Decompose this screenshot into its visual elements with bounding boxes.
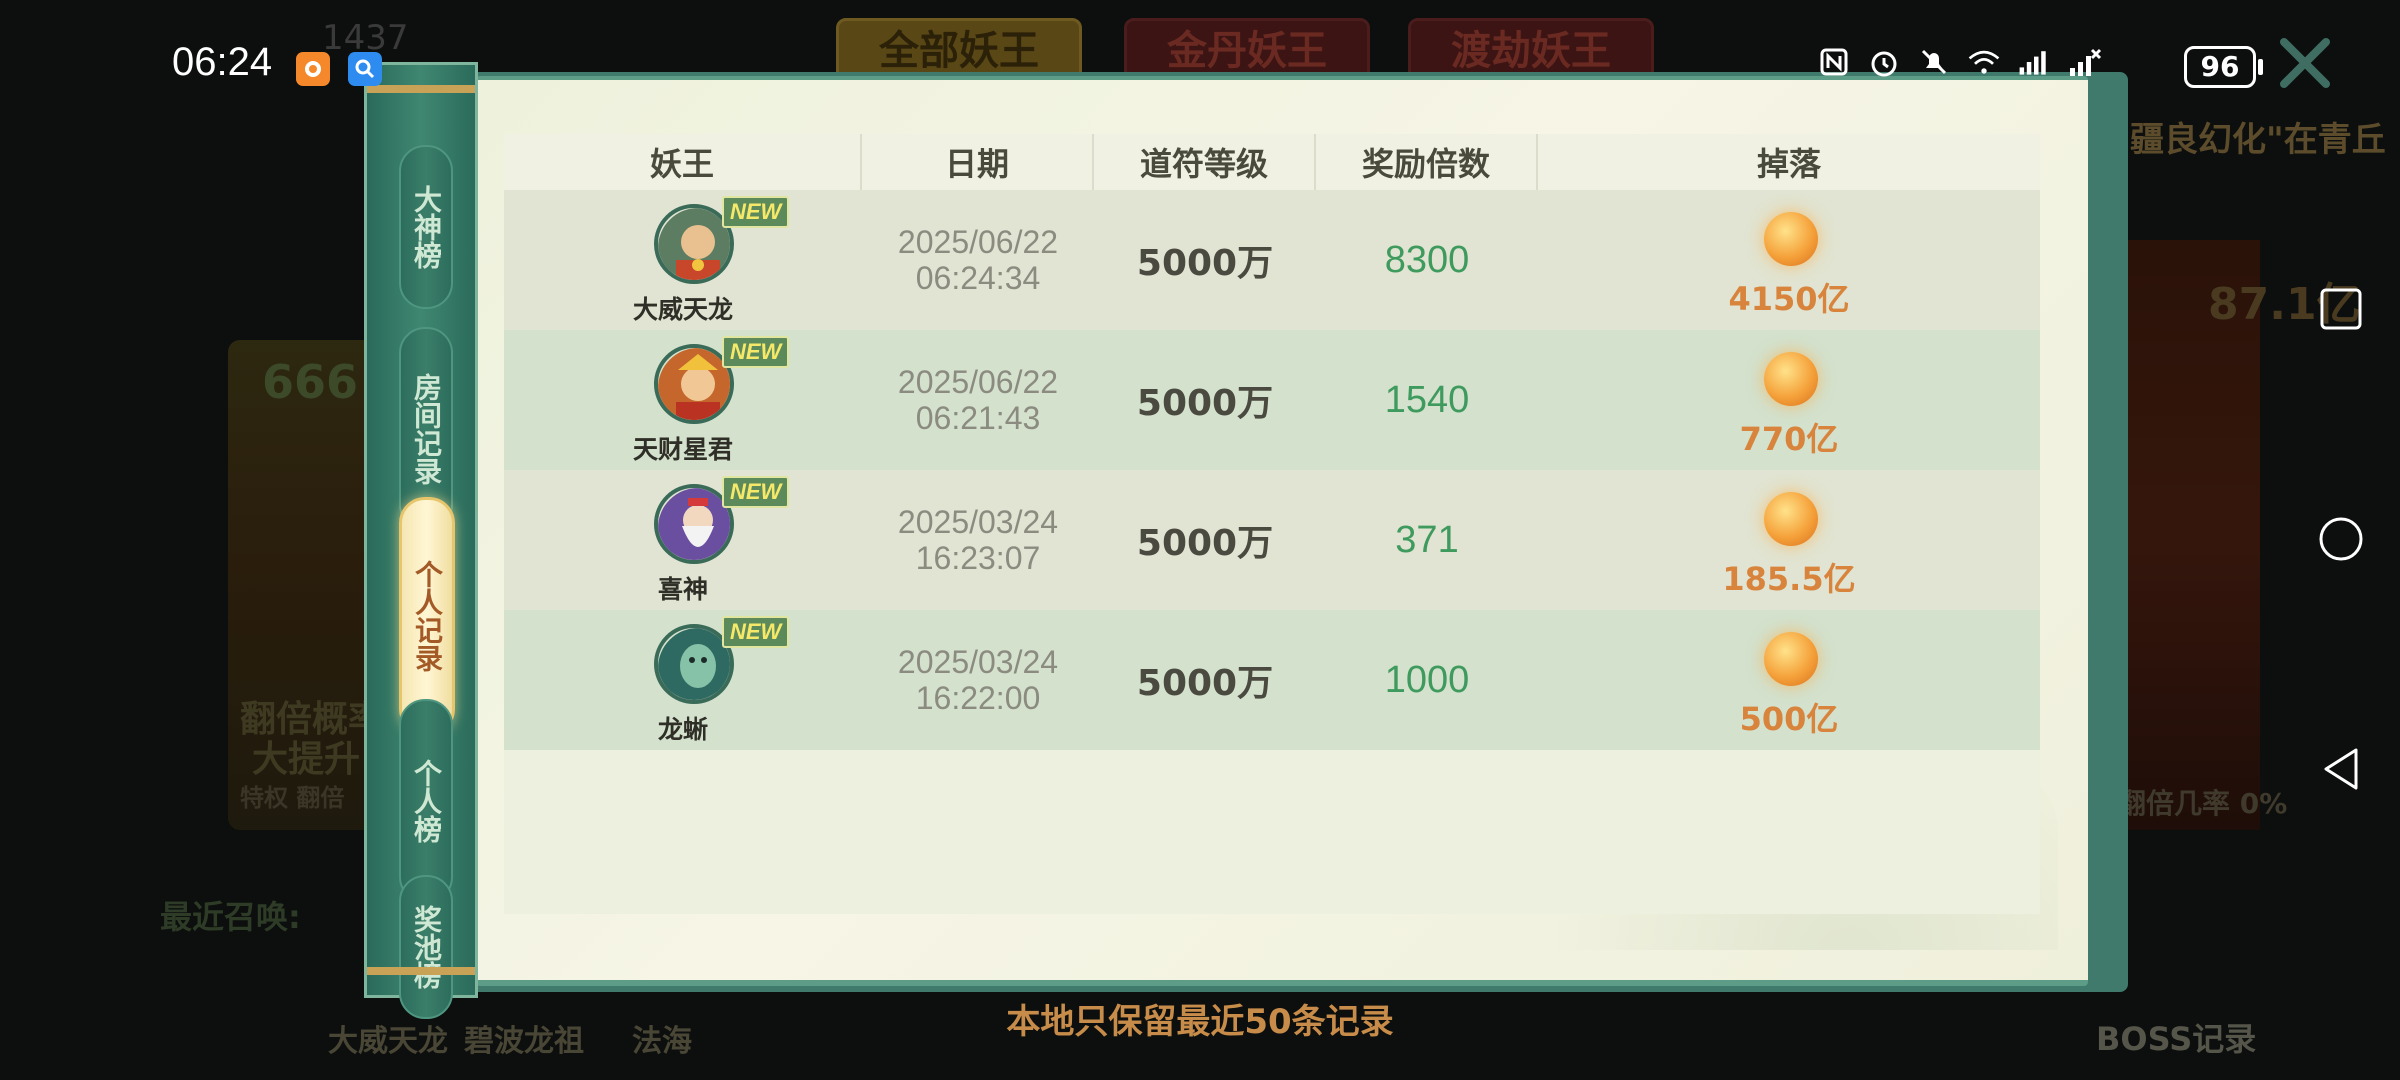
- mute-icon: [1916, 44, 1952, 80]
- drop-cell: 770亿: [1538, 330, 2040, 470]
- table-row: NEW 喜神 2025/03/24 16:23:07 5000万 371 185.…: [504, 470, 2040, 610]
- signal-icon-secondary: [2066, 44, 2102, 80]
- side-tab-bar: 大神榜 房间记录 个人记录 个人榜 奖池榜: [364, 62, 478, 1019]
- reward-multiplier: 371: [1395, 518, 1459, 561]
- level-cell: 5000万: [1094, 190, 1316, 330]
- header-demon-king: 妖王: [504, 134, 862, 190]
- new-badge: NEW: [722, 476, 790, 508]
- multiplier-cell: 8300: [1316, 190, 1538, 330]
- drop-cell: 500亿: [1538, 610, 2040, 750]
- record-time: 06:24:34: [915, 260, 1041, 296]
- record-date: 2025/06/22: [897, 364, 1059, 400]
- bg-multiplier-text: 翻倍几率 0%: [2118, 787, 2288, 820]
- header-talisman-level: 道符等级: [1094, 134, 1316, 190]
- circle-icon: [2319, 517, 2363, 561]
- table-row: NEW 大威天龙 2025/06/22 06:24:34 5000万 8300 4…: [504, 190, 2040, 330]
- recent-apps-button[interactable]: [2318, 286, 2364, 332]
- talisman-level: 5000万: [1136, 663, 1274, 704]
- battery-indicator: 96: [2184, 46, 2263, 88]
- hero-cell: NEW 天财星君: [504, 330, 862, 470]
- new-badge: NEW: [722, 616, 790, 648]
- wifi-icon: [1966, 44, 2002, 80]
- triangle-back-icon: [2324, 748, 2358, 790]
- nfc-icon: [1816, 44, 1852, 80]
- bg-promo-text: 疆良幻化"在青丘: [2130, 120, 2386, 160]
- gold-coin-icon: [1764, 352, 1818, 406]
- multiplier-cell: 1540: [1316, 330, 1538, 470]
- record-date: 2025/03/24: [897, 644, 1059, 680]
- date-cell: 2025/03/24 16:23:07: [862, 470, 1094, 610]
- status-icons: [1816, 44, 2102, 80]
- talisman-level: 5000万: [1136, 523, 1274, 564]
- multiplier-cell: 1000: [1316, 610, 1538, 750]
- new-badge: NEW: [722, 196, 790, 228]
- reward-multiplier: 1540: [1384, 378, 1470, 421]
- drop-amount: 500亿: [1739, 700, 1839, 738]
- table-header: 妖王 日期 道符等级 奖励倍数 掉落: [504, 134, 2040, 190]
- square-icon: [2320, 288, 2362, 330]
- close-button[interactable]: [2270, 28, 2340, 98]
- record-date: 2025/06/22: [897, 224, 1059, 260]
- records-retention-note: 本地只保留最近50条记录: [1006, 1002, 1394, 1042]
- hero-name: 大威天龙: [632, 295, 733, 324]
- hero-name: 喜神: [657, 575, 708, 604]
- gold-coin-icon: [1764, 212, 1818, 266]
- drop-amount: 4150亿: [1728, 280, 1850, 318]
- tab-god-ranking[interactable]: 大神榜: [399, 145, 453, 309]
- bg-recent-summon-label: 最近召唤:: [160, 898, 301, 936]
- status-time: 06:24: [172, 40, 273, 84]
- gold-coin-icon: [1764, 492, 1818, 546]
- date-cell: 2025/06/22 06:24:34: [862, 190, 1094, 330]
- reward-multiplier: 1000: [1384, 658, 1470, 701]
- home-button[interactable]: [2318, 516, 2364, 562]
- drop-cell: 4150亿: [1538, 190, 2040, 330]
- new-badge: NEW: [722, 336, 790, 368]
- records-table: 妖王 日期 道符等级 奖励倍数 掉落 NEW 大威天龙 2025/06/22 06…: [504, 134, 2040, 914]
- record-time: 06:21:43: [915, 400, 1041, 436]
- talisman-level: 5000万: [1136, 383, 1274, 424]
- level-cell: 5000万: [1094, 470, 1316, 610]
- table-row: NEW 龙蜥 2025/03/24 16:22:00 5000万 1000 500…: [504, 610, 2040, 750]
- header-date: 日期: [862, 134, 1094, 190]
- reward-multiplier: 8300: [1384, 238, 1470, 281]
- record-date: 2025/03/24: [897, 504, 1059, 540]
- drop-amount: 185.5亿: [1722, 560, 1856, 598]
- tab-personal-ranking[interactable]: 个人榜: [399, 699, 453, 903]
- level-cell: 5000万: [1094, 610, 1316, 750]
- search-app-icon: [348, 52, 382, 86]
- drop-cell: 185.5亿: [1538, 470, 2040, 610]
- app-notification-icon: [296, 52, 330, 86]
- date-cell: 2025/03/24 16:22:00: [862, 610, 1094, 750]
- record-time: 16:22:00: [915, 680, 1041, 716]
- gold-coin-icon: [1764, 632, 1818, 686]
- record-time: 16:23:07: [915, 540, 1041, 576]
- hero-name: 天财星君: [632, 435, 733, 464]
- hero-cell: NEW 龙蜥: [504, 610, 862, 750]
- talisman-level: 5000万: [1136, 243, 1274, 284]
- bg-privilege-text: 特权 翻倍: [240, 784, 345, 812]
- table-row: NEW 天财星君 2025/06/22 06:21:43 5000万 1540 7…: [504, 330, 2040, 470]
- date-cell: 2025/06/22 06:21:43: [862, 330, 1094, 470]
- hero-cell: NEW 大威天龙: [504, 190, 862, 330]
- close-icon: [2280, 38, 2330, 88]
- multiplier-cell: 371: [1316, 470, 1538, 610]
- level-cell: 5000万: [1094, 330, 1316, 470]
- hero-name: 龙蜥: [657, 715, 708, 744]
- back-button[interactable]: [2318, 746, 2364, 792]
- header-drop: 掉落: [1756, 145, 1821, 183]
- alarm-icon: [1866, 44, 1902, 80]
- bg-flip-text-2: 大提升: [252, 739, 361, 780]
- drop-amount: 770亿: [1739, 420, 1839, 458]
- header-reward-multiplier: 奖励倍数: [1316, 134, 1538, 190]
- hero-cell: NEW 喜神: [504, 470, 862, 610]
- signal-icon: [2016, 44, 2052, 80]
